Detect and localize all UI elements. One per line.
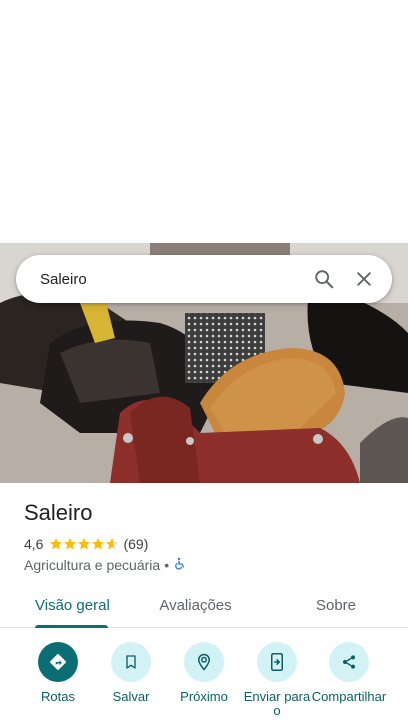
wheelchair-icon xyxy=(173,557,186,573)
save-label: Salvar xyxy=(112,689,150,704)
search-bar[interactable]: Saleiro xyxy=(16,255,392,303)
bookmark-icon xyxy=(111,642,151,682)
blank-area xyxy=(0,0,408,243)
place-title: Saleiro xyxy=(24,500,93,525)
save-button[interactable]: Salvar xyxy=(93,642,169,704)
share-button[interactable]: Compartilhar xyxy=(311,642,387,704)
send-to-phone-icon xyxy=(257,642,297,682)
directions-icon xyxy=(38,642,78,682)
tab-overview[interactable]: Visão geral xyxy=(0,584,142,628)
place-category: Agricultura e pecuária xyxy=(24,557,161,573)
tab-about[interactable]: Sobre xyxy=(249,584,408,627)
directions-label: Rotas xyxy=(41,689,75,704)
search-icon[interactable] xyxy=(304,259,344,299)
tab-reviews[interactable]: Avaliações xyxy=(142,584,249,627)
rating-value: 4,6 xyxy=(24,536,44,552)
reviews-count[interactable]: (69) xyxy=(123,536,148,552)
separator-dot: • xyxy=(164,557,170,573)
search-input[interactable]: Saleiro xyxy=(40,271,304,288)
directions-button[interactable]: Rotas xyxy=(20,642,96,704)
rating-row[interactable]: 4,6 (69) xyxy=(24,536,148,552)
nearby-label: Próximo xyxy=(180,689,228,704)
share-icon xyxy=(329,642,369,682)
share-label: Compartilhar xyxy=(311,689,387,704)
close-icon[interactable] xyxy=(344,259,384,299)
category-row: Agricultura e pecuária • xyxy=(24,557,186,573)
tab-bar: Visão geral Avaliações Sobre xyxy=(0,584,408,628)
star-rating xyxy=(49,537,119,551)
send-to-phone-button[interactable]: Enviar para o xyxy=(239,642,315,718)
nearby-button[interactable]: Próximo xyxy=(166,642,242,704)
action-bar: Rotas Salvar Próximo Enviar para o Compa… xyxy=(0,642,408,726)
send-to-phone-label: Enviar para o xyxy=(243,689,311,718)
nearby-icon xyxy=(184,642,224,682)
